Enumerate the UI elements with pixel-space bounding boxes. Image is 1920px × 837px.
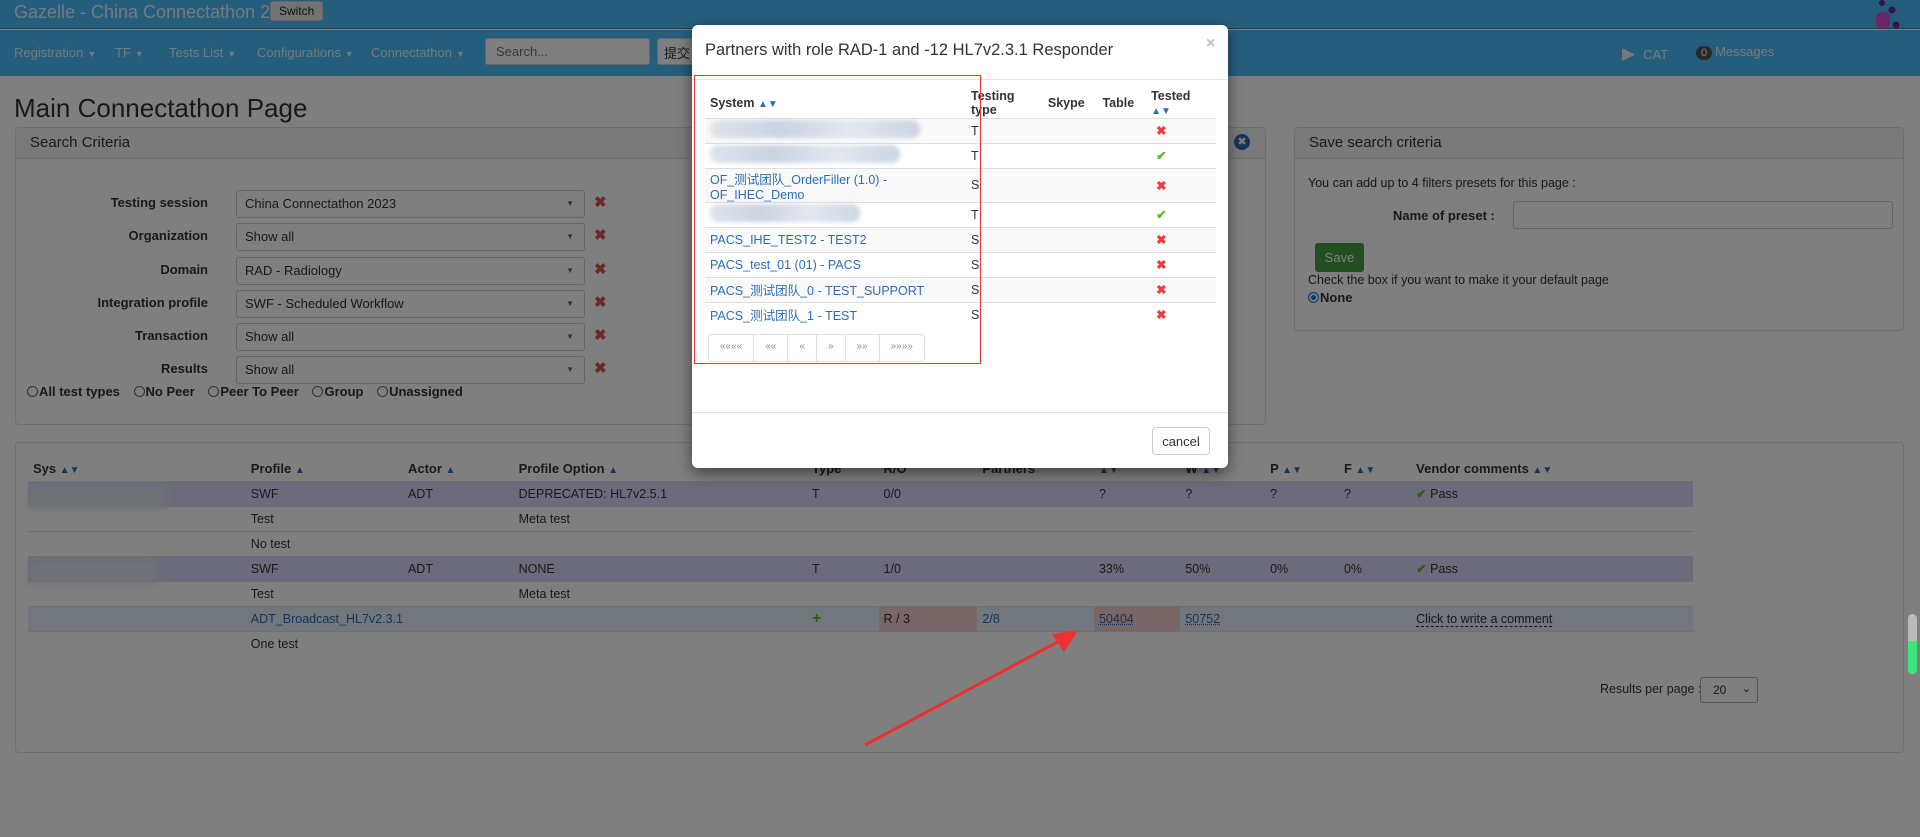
modal-title: Partners with role RAD-1 and -12 HL7v2.3… (705, 41, 1114, 59)
next-button[interactable]: » (817, 335, 846, 361)
check-icon: ✔ (1156, 149, 1167, 163)
table-cell (1097, 117, 1147, 143)
divider (692, 412, 1228, 413)
tested-cell: ✖ (1146, 276, 1216, 302)
table-cell (1097, 276, 1147, 302)
table-cell (1097, 226, 1147, 252)
column-label: Tested (1151, 88, 1191, 103)
cross-icon: ✖ (1156, 283, 1167, 297)
sort-icon: ▲▼ (1151, 105, 1171, 117)
highlight-box (694, 75, 981, 364)
column-label: Table (1102, 95, 1135, 110)
skype-cell (1042, 226, 1098, 252)
cross-icon: ✖ (1156, 258, 1167, 272)
table-cell (1097, 167, 1147, 202)
tested-cell: ✖ (1146, 167, 1216, 202)
skype-cell (1042, 117, 1098, 143)
skype-cell (1042, 251, 1098, 277)
table-cell (1097, 251, 1147, 277)
cross-icon: ✖ (1156, 233, 1167, 247)
column-header: Skype (1043, 88, 1098, 118)
skype-cell (1042, 276, 1098, 302)
close-icon[interactable]: × (1206, 35, 1215, 53)
cancel-button[interactable]: cancel (1152, 427, 1210, 455)
cross-icon: ✖ (1156, 178, 1167, 193)
table-cell (1097, 301, 1147, 327)
tested-cell: ✖ (1146, 117, 1216, 143)
tested-cell: ✔ (1146, 142, 1216, 168)
last-page-button[interactable]: »»»» (880, 335, 924, 361)
scrollbar[interactable] (1908, 614, 1917, 674)
first-page-button[interactable]: «««« (709, 335, 755, 361)
fast-previous-button[interactable]: «« (754, 335, 789, 361)
skype-cell (1042, 301, 1098, 327)
tested-cell: ✖ (1146, 251, 1216, 277)
cross-icon: ✖ (1156, 308, 1167, 323)
column-label: Skype (1047, 95, 1085, 110)
fast-next-button[interactable]: »» (846, 335, 880, 361)
skype-cell (1042, 167, 1098, 202)
partners-modal: Partners with role RAD-1 and -12 HL7v2.3… (692, 25, 1228, 468)
column-header[interactable]: Tested ▲▼ (1146, 88, 1216, 118)
tested-cell: ✖ (1146, 301, 1216, 327)
previous-button[interactable]: « (788, 335, 817, 361)
skype-cell (1042, 142, 1098, 168)
table-cell (1097, 142, 1147, 168)
tested-cell: ✖ (1146, 226, 1216, 252)
scroll-fill (1908, 641, 1917, 674)
tested-cell: ✔ (1146, 201, 1216, 227)
cross-icon: ✖ (1156, 124, 1167, 138)
skype-cell (1042, 201, 1098, 227)
pagination: «««« «« «»»»»»»» (708, 334, 925, 362)
column-header: Table (1097, 88, 1146, 118)
annotation-arrow-icon (864, 630, 1078, 747)
table-cell (1097, 201, 1147, 227)
check-icon: ✔ (1156, 208, 1167, 222)
